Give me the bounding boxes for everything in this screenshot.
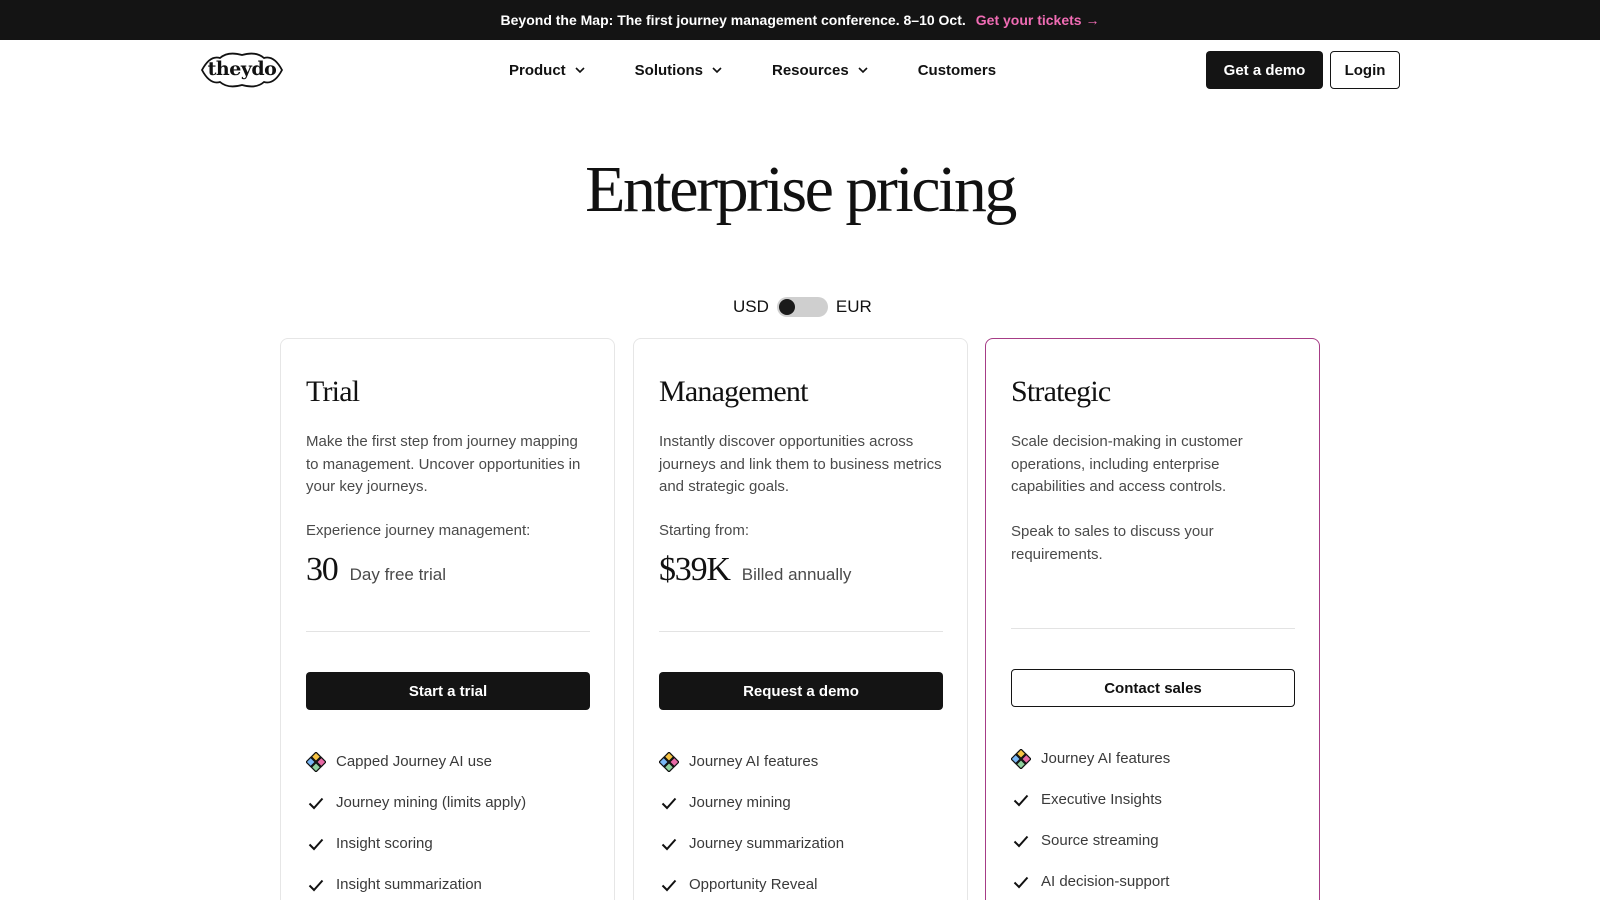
toggle-knob [778, 299, 795, 315]
currency-usd-label[interactable]: USD [733, 297, 769, 317]
top-navbar: theydo Product Solutions Resources Custo… [0, 40, 1600, 100]
currency-switch[interactable] [776, 297, 828, 317]
plan-price-note: Day free trial [349, 565, 446, 584]
contact-sales-button[interactable]: Contact sales [1011, 669, 1295, 707]
plan-price-note: Billed annually [741, 565, 852, 584]
plan-name: Strategic [1011, 375, 1111, 408]
feature-label: Journey mining [689, 794, 791, 811]
chevron-down-icon [575, 67, 585, 74]
announcement-message: Beyond the Map: The first journey manage… [500, 12, 966, 28]
main-nav: Product Solutions Resources Customers [509, 40, 996, 100]
plan-description: Make the first step from journey mapping… [306, 433, 581, 495]
feature-list: Capped Journey AI use Journey mining (li… [306, 741, 596, 900]
nav-item-customers[interactable]: Customers [918, 62, 996, 79]
feature-item: Source streaming [1011, 820, 1301, 861]
check-icon [659, 834, 679, 854]
chevron-down-icon [858, 67, 868, 74]
feature-item: Journey AI features [1011, 738, 1301, 779]
feature-label: Source streaming [1041, 832, 1159, 849]
plan-price-row: $39K Billed annually [659, 551, 851, 589]
feature-label: AI decision-support [1041, 873, 1170, 890]
feature-label: Journey AI features [1041, 750, 1171, 767]
start-trial-button[interactable]: Start a trial [306, 672, 590, 710]
card-divider [306, 631, 590, 632]
get-tickets-link[interactable]: Get your tickets → [976, 12, 1100, 28]
nav-item-product[interactable]: Product [509, 62, 588, 79]
feature-label: Journey AI features [689, 753, 819, 770]
plan-price-row: 30 Day free trial [306, 551, 446, 589]
check-icon [1011, 872, 1031, 892]
logo-wordmark: theydo [207, 58, 277, 80]
feature-item: Journey AI features [659, 741, 949, 782]
sales-note: Speak to sales to discuss your requireme… [1011, 523, 1214, 563]
nav-item-label: Customers [917, 61, 997, 79]
plan-price: $39K [659, 551, 731, 588]
card-divider [1011, 628, 1295, 629]
feature-item: AI decision-support [1011, 861, 1301, 900]
nav-item-label: Solutions [634, 61, 703, 79]
currency-eur-label[interactable]: EUR [836, 297, 872, 317]
feature-list: Journey AI features Journey mining Journ… [659, 741, 949, 900]
check-icon [659, 875, 679, 895]
feature-label: Executive Insights [1041, 791, 1162, 808]
feature-list: Journey AI features Executive Insights S… [1011, 738, 1301, 900]
check-icon [306, 793, 326, 813]
feature-label: Capped Journey AI use [336, 753, 492, 770]
request-demo-button[interactable]: Request a demo [659, 672, 943, 710]
journey-ai-icon [1011, 748, 1031, 769]
plan-price-label: Experience journey management: [306, 522, 531, 539]
card-divider [659, 631, 943, 632]
plan-name: Management [659, 375, 808, 408]
journey-ai-icon [306, 751, 326, 772]
feature-label: Journey summarization [689, 835, 845, 852]
nav-item-resources[interactable]: Resources [772, 62, 871, 79]
check-icon [306, 875, 326, 895]
login-button[interactable]: Login [1330, 51, 1400, 89]
feature-item: Journey mining [659, 782, 949, 823]
feature-item: Insight summarization [306, 864, 596, 900]
check-icon [1011, 790, 1031, 810]
theydo-logo[interactable]: theydo [200, 49, 284, 91]
feature-label: Opportunity Reveal [689, 876, 818, 893]
nav-item-label: Resources [772, 61, 849, 79]
plan-name: Trial [306, 375, 360, 408]
feature-label: Journey mining (limits apply) [336, 794, 527, 811]
plan-description: Scale decision-making in customer operat… [1011, 433, 1243, 495]
plan-card-strategic: Strategic Scale decision-making in custo… [985, 338, 1320, 900]
chevron-down-icon [712, 67, 722, 74]
currency-toggle: USD EUR [733, 296, 872, 318]
check-icon [1011, 831, 1031, 851]
feature-item: Insight scoring [306, 823, 596, 864]
check-icon [306, 834, 326, 854]
feature-item: Opportunity Reveal [659, 864, 949, 900]
plan-price: 30 [306, 551, 339, 588]
nav-item-solutions[interactable]: Solutions [635, 62, 725, 79]
feature-item: Journey summarization [659, 823, 949, 864]
feature-label: Insight scoring [336, 835, 433, 852]
page-title: Enterprise pricing [585, 153, 1017, 226]
feature-item: Journey mining (limits apply) [306, 782, 596, 823]
feature-label: Insight summarization [336, 876, 482, 893]
announcement-bar: Beyond the Map: The first journey manage… [0, 0, 1600, 40]
plan-card-trial: Trial Make the first step from journey m… [280, 338, 615, 900]
plan-card-management: Management Instantly discover opportunit… [633, 338, 968, 900]
nav-item-label: Product [509, 61, 566, 79]
feature-item: Capped Journey AI use [306, 741, 596, 782]
plan-description: Instantly discover opportunities across … [659, 433, 942, 495]
check-icon [659, 793, 679, 813]
feature-item: Executive Insights [1011, 779, 1301, 820]
journey-ai-icon [659, 751, 679, 772]
get-a-demo-button[interactable]: Get a demo [1206, 51, 1323, 89]
plan-price-label: Starting from: [659, 522, 750, 539]
